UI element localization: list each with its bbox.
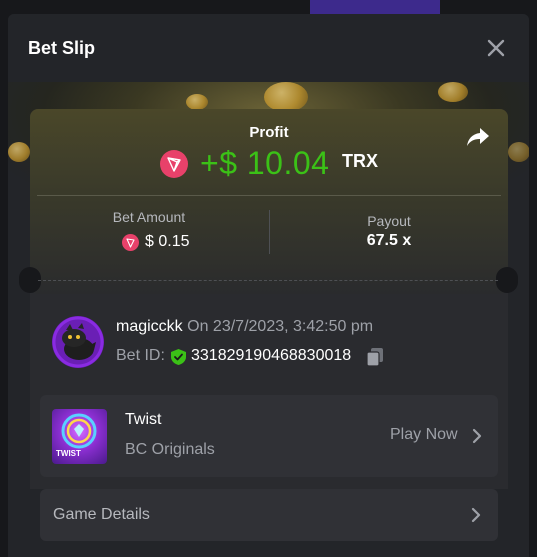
username[interactable]: magicckk bbox=[116, 318, 183, 335]
modal-title: Bet Slip bbox=[28, 38, 96, 58]
copy-button[interactable] bbox=[366, 347, 384, 367]
payout-stat: Payout 67.5 x bbox=[270, 213, 508, 250]
payout-label: Payout bbox=[367, 213, 411, 229]
bet-id-value: 331829190468830018 bbox=[191, 347, 352, 364]
coin-decoration bbox=[8, 142, 30, 162]
profit-value: +$ 10.04 bbox=[200, 145, 330, 181]
game-name: Twist bbox=[125, 411, 162, 428]
game-row[interactable]: TWIST Twist BC Originals Play Now bbox=[40, 395, 498, 477]
share-button[interactable] bbox=[466, 126, 490, 148]
tron-icon bbox=[160, 150, 188, 178]
shield-check-icon bbox=[171, 349, 186, 365]
chevron-right-icon bbox=[472, 428, 482, 444]
game-details-label: Game Details bbox=[53, 506, 150, 523]
close-icon bbox=[487, 39, 505, 57]
payout-value: 67.5 x bbox=[366, 232, 412, 249]
copy-icon bbox=[366, 348, 383, 367]
bet-id-label: Bet ID: bbox=[116, 347, 165, 364]
close-button[interactable] bbox=[484, 36, 508, 60]
bet-amount-stat: Bet Amount bbox=[30, 209, 268, 225]
bet-amount-value: $ 0.15 bbox=[145, 233, 190, 250]
profit-currency: TRX bbox=[342, 151, 378, 171]
coin-decoration bbox=[438, 82, 468, 102]
user-line: magicckk On 23/7/2023, 3:42:50 pm bbox=[116, 318, 373, 336]
share-arrow-icon bbox=[467, 128, 489, 146]
coin-decoration bbox=[186, 94, 208, 110]
profit-card: Profit +$ 10.04 TRX Bet Amount $ 0.15 Pa… bbox=[30, 109, 508, 294]
chevron-right-icon bbox=[471, 507, 481, 523]
ticket-notch-right bbox=[496, 267, 518, 293]
game-provider: BC Originals bbox=[125, 441, 215, 458]
bet-amount-label: Bet Amount bbox=[112, 209, 186, 225]
card-divider bbox=[37, 195, 501, 196]
tron-icon bbox=[122, 234, 139, 251]
game-thumb-text: TWIST bbox=[56, 449, 81, 458]
ticket-perforation bbox=[38, 280, 498, 281]
profit-label: Profit bbox=[249, 124, 289, 141]
bet-amount-row: $ 0.15 bbox=[30, 232, 268, 252]
play-now-link[interactable]: Play Now bbox=[390, 426, 458, 444]
profit-row: +$ 10.04 TRX bbox=[30, 145, 508, 185]
game-thumbnail: TWIST bbox=[52, 409, 107, 464]
game-details-row[interactable]: Game Details bbox=[40, 489, 498, 541]
coin-decoration bbox=[508, 142, 529, 162]
coin-decoration bbox=[264, 82, 308, 112]
avatar[interactable] bbox=[52, 316, 104, 368]
bet-date: On 23/7/2023, 3:42:50 pm bbox=[187, 318, 374, 335]
modal-header: Bet Slip bbox=[8, 14, 529, 82]
bet-slip-modal: Bet Slip Profit +$ 10.04 TRX Bet Amount … bbox=[8, 14, 529, 557]
backdrop-accent bbox=[310, 0, 440, 14]
